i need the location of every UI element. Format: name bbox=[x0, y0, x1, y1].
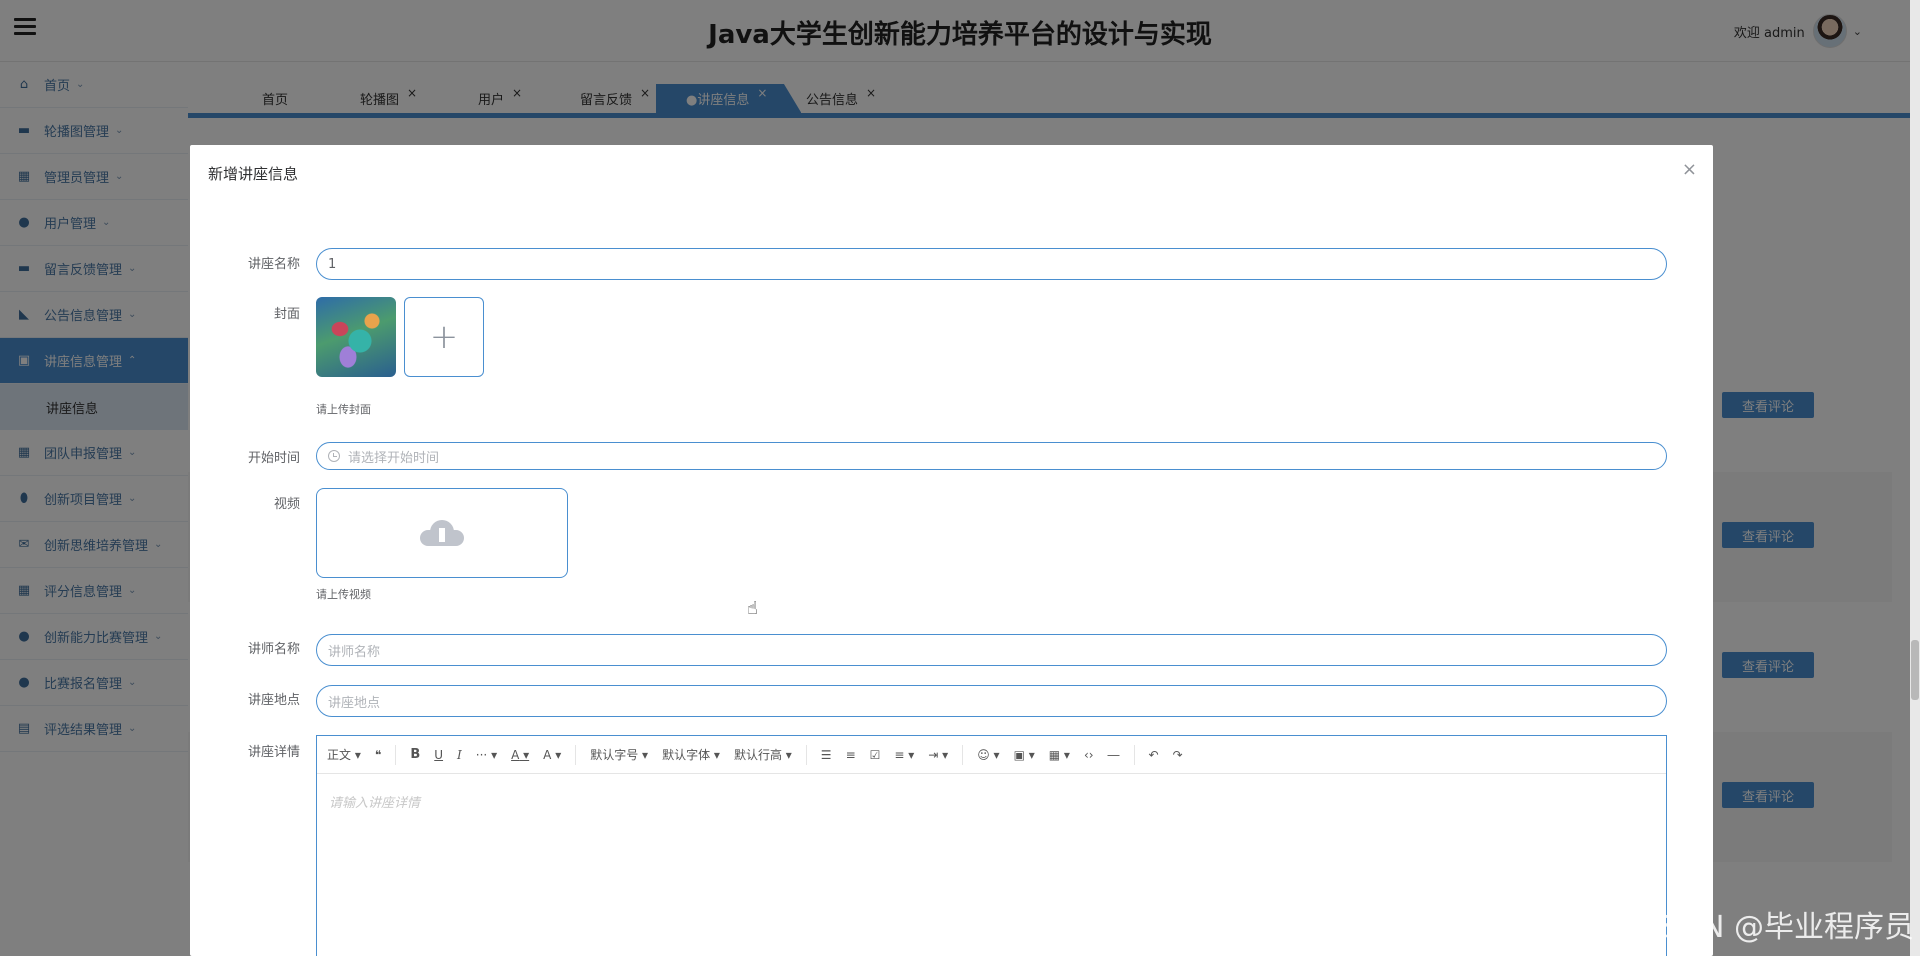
start-time-placeholder: 请选择开始时间 bbox=[348, 450, 440, 466]
detail-label: 讲座详情 bbox=[247, 745, 300, 760]
start-time-label: 开始时间 bbox=[247, 451, 300, 466]
cover-upload-button[interactable]: + bbox=[404, 297, 484, 377]
location-label: 讲座地点 bbox=[247, 693, 300, 708]
cover-label: 封面 bbox=[273, 307, 300, 322]
editor-toolbar: 正文 ▾ ❝ B U I ··· ▾ A ▾ A ▾ 默认字号 ▾ 默认字体 ▾… bbox=[317, 736, 1666, 774]
video-upload-area[interactable] bbox=[316, 488, 568, 578]
hand-cursor-icon: ☝ bbox=[747, 598, 758, 619]
close-icon[interactable]: × bbox=[1682, 159, 1697, 180]
paragraph-dropdown[interactable]: 正文 ▾ bbox=[327, 746, 361, 763]
divider bbox=[805, 744, 807, 765]
divider bbox=[395, 744, 397, 765]
video-hint: 请上传视频 bbox=[316, 588, 371, 601]
scrollbar-thumb[interactable] bbox=[1911, 640, 1919, 700]
italic-icon[interactable]: I bbox=[457, 748, 462, 762]
lecture-name-label: 讲座名称 bbox=[247, 257, 300, 272]
numbered-list-icon[interactable]: ≡ bbox=[846, 748, 856, 762]
background-color-icon[interactable]: A ▾ bbox=[543, 748, 561, 762]
divider-line-icon[interactable]: ― bbox=[1108, 748, 1120, 762]
more-icon[interactable]: ··· ▾ bbox=[476, 748, 497, 762]
undo-icon[interactable]: ↶ bbox=[1149, 748, 1159, 762]
table-icon[interactable]: ▦ ▾ bbox=[1049, 748, 1070, 762]
todo-icon[interactable]: ☑ bbox=[870, 748, 881, 762]
editor-placeholder: 请输入讲座详情 bbox=[329, 796, 421, 811]
plus-icon: + bbox=[429, 317, 459, 357]
teacher-name-input[interactable]: 讲师名称 bbox=[316, 634, 1667, 666]
start-time-picker[interactable]: 请选择开始时间 bbox=[316, 442, 1667, 470]
indent-icon[interactable]: ⇥ ▾ bbox=[928, 748, 948, 762]
divider bbox=[1133, 744, 1135, 765]
redo-icon[interactable]: ↷ bbox=[1173, 748, 1183, 762]
teacher-name-label: 讲师名称 bbox=[247, 642, 300, 657]
add-lecture-dialog: 新增讲座信息 × 讲座名称 1 封面 + 请上传封面 开始时间 请选择开始时间 … bbox=[190, 145, 1713, 956]
cover-thumbnail[interactable] bbox=[316, 297, 396, 377]
divider bbox=[962, 744, 964, 765]
font-family-dropdown[interactable]: 默认字体 ▾ bbox=[662, 746, 720, 763]
bold-icon[interactable]: B bbox=[410, 747, 420, 762]
line-height-dropdown[interactable]: 默认行高 ▾ bbox=[734, 746, 792, 763]
watermark: CSDN @毕业程序员 bbox=[1638, 910, 1914, 945]
font-size-dropdown[interactable]: 默认字号 ▾ bbox=[590, 746, 648, 763]
page-scrollbar[interactable] bbox=[1910, 0, 1920, 956]
divider bbox=[575, 744, 577, 765]
clock-icon bbox=[328, 450, 340, 462]
underline-icon[interactable]: U bbox=[434, 748, 443, 762]
quote-icon[interactable]: ❝ bbox=[375, 748, 381, 762]
upload-cloud-icon bbox=[420, 520, 464, 546]
emoji-icon[interactable]: ☺ ▾ bbox=[977, 748, 999, 762]
code-icon[interactable]: ‹› bbox=[1084, 748, 1094, 762]
rich-text-editor[interactable]: 正文 ▾ ❝ B U I ··· ▾ A ▾ A ▾ 默认字号 ▾ 默认字体 ▾… bbox=[316, 735, 1667, 956]
video-label: 视频 bbox=[273, 497, 300, 512]
cover-hint: 请上传封面 bbox=[316, 403, 371, 416]
image-icon[interactable]: ▣ ▾ bbox=[1014, 748, 1035, 762]
dialog-title: 新增讲座信息 bbox=[208, 165, 299, 183]
font-color-icon[interactable]: A ▾ bbox=[511, 748, 529, 762]
location-input[interactable]: 讲座地点 bbox=[316, 685, 1667, 717]
lecture-name-input[interactable]: 1 bbox=[316, 248, 1667, 280]
bullet-list-icon[interactable]: ☰ bbox=[821, 748, 832, 762]
align-icon[interactable]: ≡ ▾ bbox=[894, 748, 914, 762]
